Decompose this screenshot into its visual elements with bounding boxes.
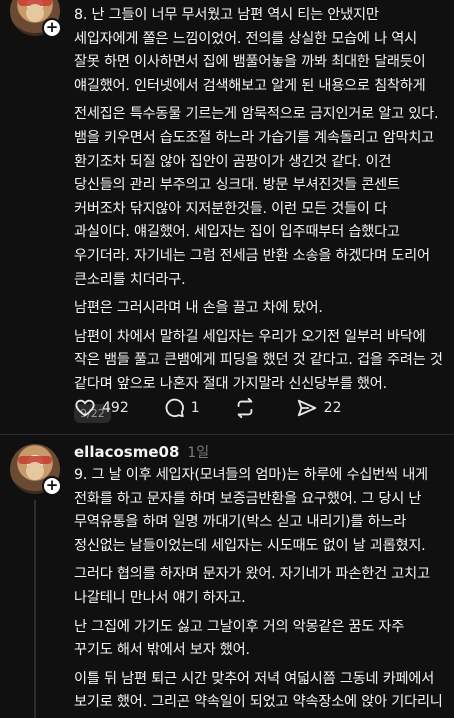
post-time: 1일: [187, 445, 210, 461]
repost-button[interactable]: [234, 397, 262, 419]
comment-button[interactable]: 1: [163, 397, 200, 419]
avatar-post2[interactable]: +: [10, 444, 62, 496]
thread-line: [34, 500, 36, 718]
post2-header: ellacosme08 1일: [74, 442, 209, 462]
post-paragraph: 8. 난 그들이 너무 무서웠고 남편 역시 티는 안냈지만 세입자에게 쫄은 …: [74, 7, 426, 94]
post-paragraph: 전세집은 특수동물 기르는게 암묵적으로 금지인거로 알고 있다. 뱀을 키우면…: [74, 106, 439, 288]
post-body-2: 9. 그 날 이후 세입자(모녀들의 엄마)는 하루에 수십번씩 내게 전화를 …: [74, 464, 446, 718]
post-paragraph: 남편은 그러시라며 내 손을 끌고 차에 탔어.: [74, 300, 323, 317]
share-button[interactable]: 22: [296, 397, 342, 419]
send-icon: [297, 399, 316, 417]
post-paragraph: 난 그집에 가기도 싫고 그날이후 거의 악몽같은 꿈도 자주 꾸기도 해서 밖…: [74, 618, 405, 659]
plus-icon[interactable]: +: [42, 18, 62, 38]
post-paragraph: 남편이 차에서 말하길 세입자는 우리가 오기전 일부러 바닥에 작은 뱀들 풀…: [74, 328, 443, 392]
share-count: 22: [323, 400, 342, 416]
like-button[interactable]: 492: [74, 397, 129, 419]
repost-icon: [237, 397, 252, 419]
post1-actions: 492 1 22: [74, 397, 375, 419]
like-count: 492: [102, 400, 129, 416]
comment-icon: [165, 398, 184, 418]
plus-icon[interactable]: +: [42, 476, 62, 496]
post-paragraph: 이틀 뒤 남편 퇴근 시간 맞추어 저녁 여덟시쯤 그동네 카페에서 보기로 했…: [74, 670, 443, 718]
heart-icon: [75, 399, 95, 417]
comment-count: 1: [190, 400, 200, 416]
post-paragraph: 그러다 협의를 하자며 문자가 왔어. 자기네가 파손한건 고치고 나갈테니 만…: [74, 566, 430, 606]
post-divider: [0, 434, 454, 435]
post-paragraph: 9. 그 날 이후 세입자(모녀들의 엄마)는 하루에 수십번씩 내게 전화를 …: [74, 467, 428, 554]
post-body-1: 8. 난 그들이 너무 무서웠고 남편 역시 티는 안냈지만 세입자에게 쫄은 …: [74, 4, 446, 423]
author-name[interactable]: ellacosme08: [74, 443, 179, 461]
avatar-post1[interactable]: +: [10, 0, 62, 38]
